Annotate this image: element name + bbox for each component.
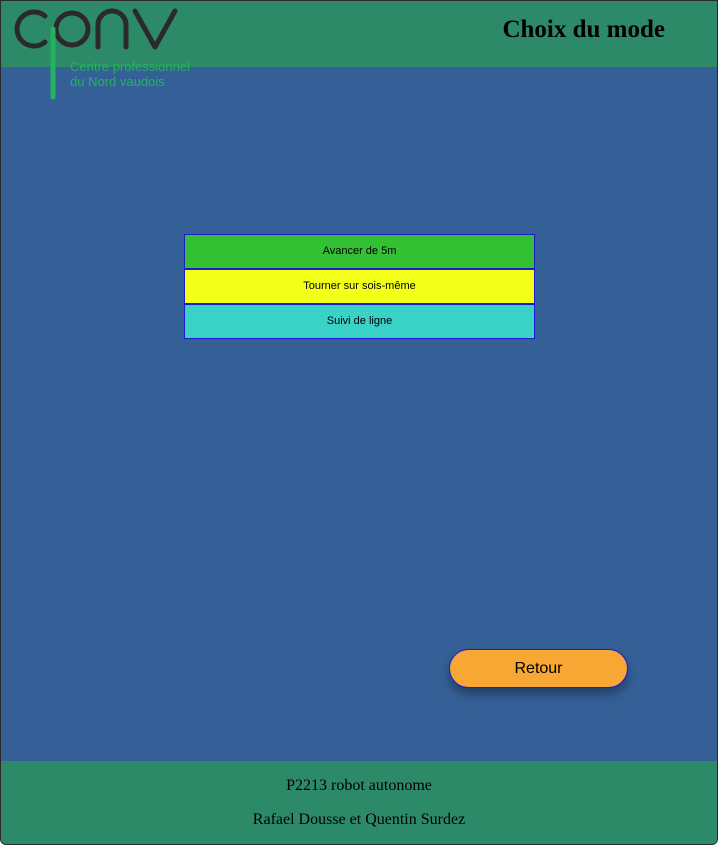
page-title: Choix du mode xyxy=(502,16,665,43)
mode-button-tourner[interactable]: Tourner sur sois-même xyxy=(184,269,535,304)
cpnv-logo: Centre professionnel du Nord vaudois xyxy=(9,3,199,103)
mode-button-avancer[interactable]: Avancer de 5m xyxy=(184,234,535,269)
logo-caption-line2: du Nord vaudois xyxy=(70,74,165,89)
app-window: Centre professionnel du Nord vaudois Cho… xyxy=(0,0,718,845)
retour-button[interactable]: Retour xyxy=(449,649,628,688)
page-header: Centre professionnel du Nord vaudois Cho… xyxy=(1,1,717,100)
footer-authors: Rafael Dousse et Quentin Surdez xyxy=(252,811,466,828)
page-footer: P2213 robot autonome Rafael Dousse et Qu… xyxy=(1,761,717,844)
mode-list: Avancer de 5m Tourner sur sois-même Suiv… xyxy=(184,234,535,339)
footer-project: P2213 robot autonome xyxy=(286,777,432,794)
logo-caption-line1: Centre professionnel xyxy=(70,59,190,74)
mode-button-suivi-ligne[interactable]: Suivi de ligne xyxy=(184,304,535,339)
logo-caption: Centre professionnel du Nord vaudois xyxy=(70,59,190,89)
